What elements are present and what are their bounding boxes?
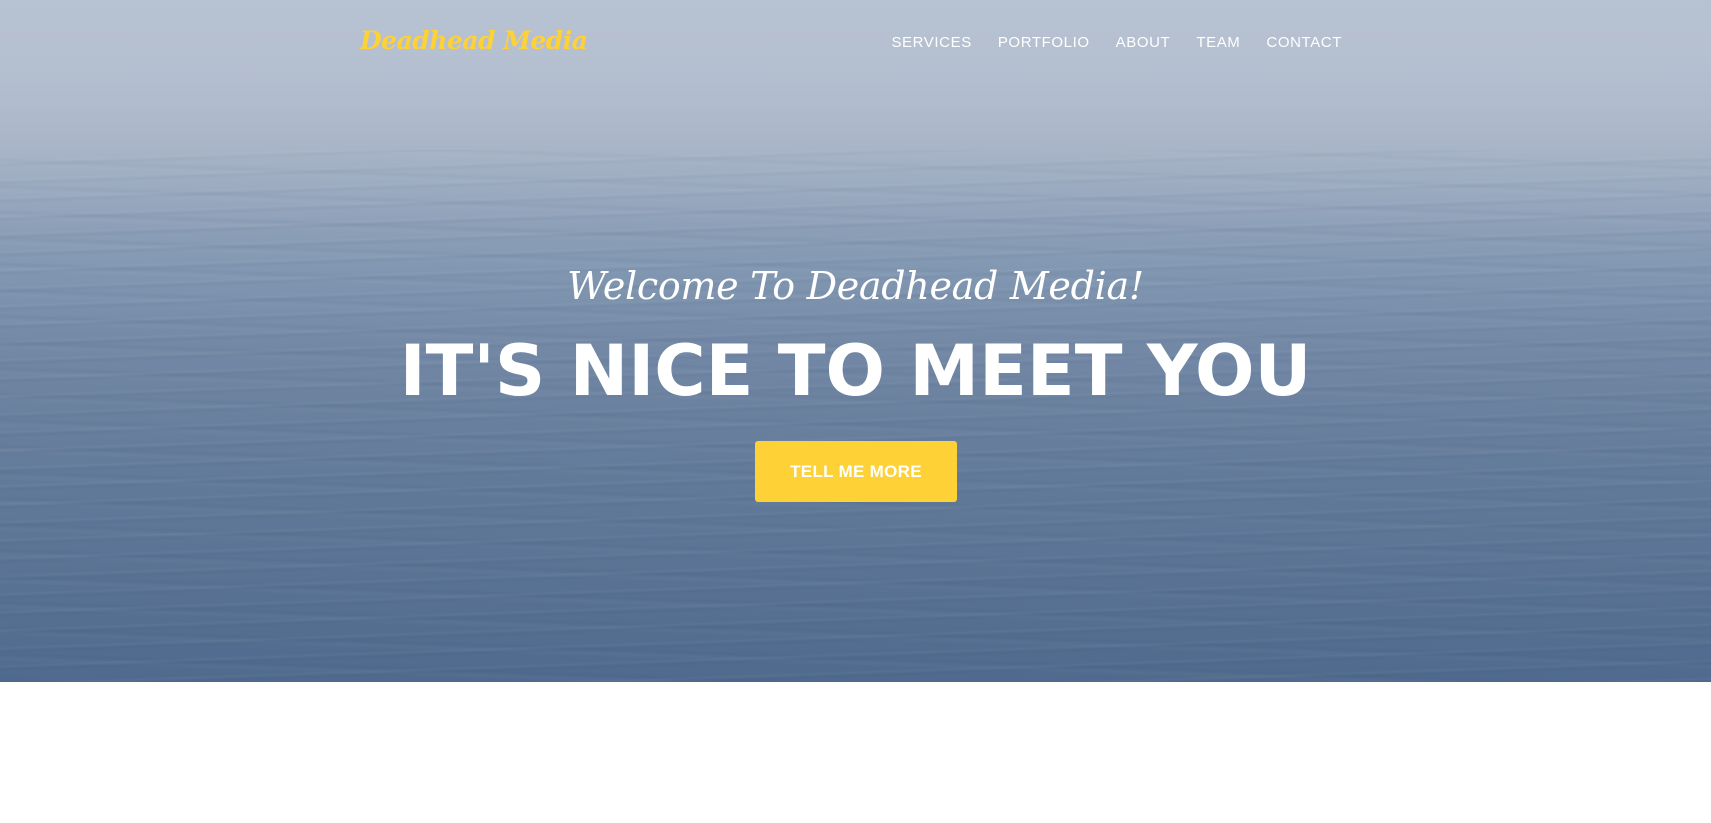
hero-heading: IT'S NICE TO MEET YOU [399,330,1312,412]
hero-section: Deadhead Media SERVICES PORTFOLIO ABOUT … [0,0,1711,682]
nav-link-contact[interactable]: CONTACT [1266,34,1342,51]
nav-link-about[interactable]: ABOUT [1116,34,1171,51]
content-section [0,682,1711,823]
nav-link-portfolio[interactable]: PORTFOLIO [998,34,1090,51]
nav-link-team[interactable]: TEAM [1196,34,1240,51]
brand-logo[interactable]: Deadhead Media [360,26,588,55]
nav-link-services[interactable]: SERVICES [891,34,971,51]
main-navbar: Deadhead Media SERVICES PORTFOLIO ABOUT … [0,0,1711,90]
nav-links: SERVICES PORTFOLIO ABOUT TEAM CONTACT [891,34,1342,51]
hero-intro: Welcome To Deadhead Media! IT'S NICE TO … [0,258,1711,416]
hero-lead-in: Welcome To Deadhead Media! [567,264,1144,308]
tell-me-more-button[interactable]: TELL ME MORE [755,441,957,502]
